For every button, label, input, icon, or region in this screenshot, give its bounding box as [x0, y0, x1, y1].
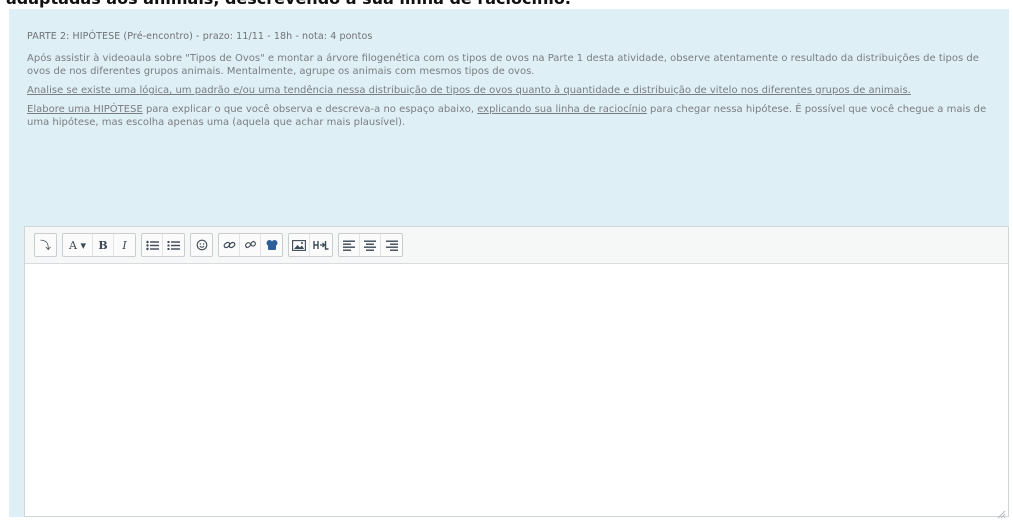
- editor-toolbar: ⤵ A ▾ B I: [25, 227, 1008, 264]
- media-icon[interactable]: [261, 234, 282, 256]
- align-right-icon[interactable]: [381, 234, 402, 256]
- unlink-icon[interactable]: [240, 234, 261, 256]
- instruction-paragraph-2: Analise se existe uma lógica, um padrão …: [27, 85, 911, 96]
- emoticon-icon[interactable]: [191, 234, 212, 256]
- bold-icon[interactable]: B: [93, 234, 114, 256]
- align-center-icon[interactable]: [360, 234, 381, 256]
- equation-icon[interactable]: [310, 234, 332, 256]
- rich-text-editor: ⤵ A ▾ B I: [24, 226, 1009, 519]
- toolbar-group-emoticon: [190, 233, 213, 257]
- toolbar-group-lists: [141, 233, 185, 257]
- font-color-icon[interactable]: A ▾: [63, 234, 93, 256]
- ordered-list-icon[interactable]: [163, 234, 184, 256]
- part-title: PARTE 2: HIPÓTESE (Pré-encontro) - prazo…: [27, 31, 373, 42]
- toolbar-group-format: A ▾ B I: [62, 233, 136, 257]
- align-left-icon[interactable]: [339, 234, 360, 256]
- instruction-paragraph-3: Elabore uma HIPÓTESE para explicar o que…: [27, 103, 997, 129]
- reasoning-text: explicando sua linha de raciocínio: [477, 104, 647, 115]
- editor-text-area[interactable]: [25, 264, 1008, 516]
- instruction-text: para explicar o que você observa e descr…: [142, 104, 478, 115]
- resize-handle-icon[interactable]: [996, 504, 1006, 519]
- previous-section-heading: adaptadas aos animais, descrevendo a sua…: [0, 0, 1013, 9]
- image-icon[interactable]: [289, 234, 310, 256]
- unordered-list-icon[interactable]: [142, 234, 163, 256]
- link-icon[interactable]: [219, 234, 240, 256]
- instruction-paragraph-1: Após assistir à videoaula sobre "Tipos d…: [27, 53, 979, 77]
- toolbar-group-links: [218, 233, 283, 257]
- toolbar-group-toggle: ⤵: [34, 233, 57, 257]
- elabore-hipotese-text: Elabore uma HIPÓTESE: [27, 104, 143, 115]
- toolbar-group-align: [338, 233, 403, 257]
- italic-icon[interactable]: I: [114, 234, 135, 256]
- collapse-icon[interactable]: ⤵: [35, 234, 56, 256]
- instructions: PARTE 2: HIPÓTESE (Pré-encontro) - prazo…: [27, 31, 997, 135]
- toolbar-group-insert: [288, 233, 333, 257]
